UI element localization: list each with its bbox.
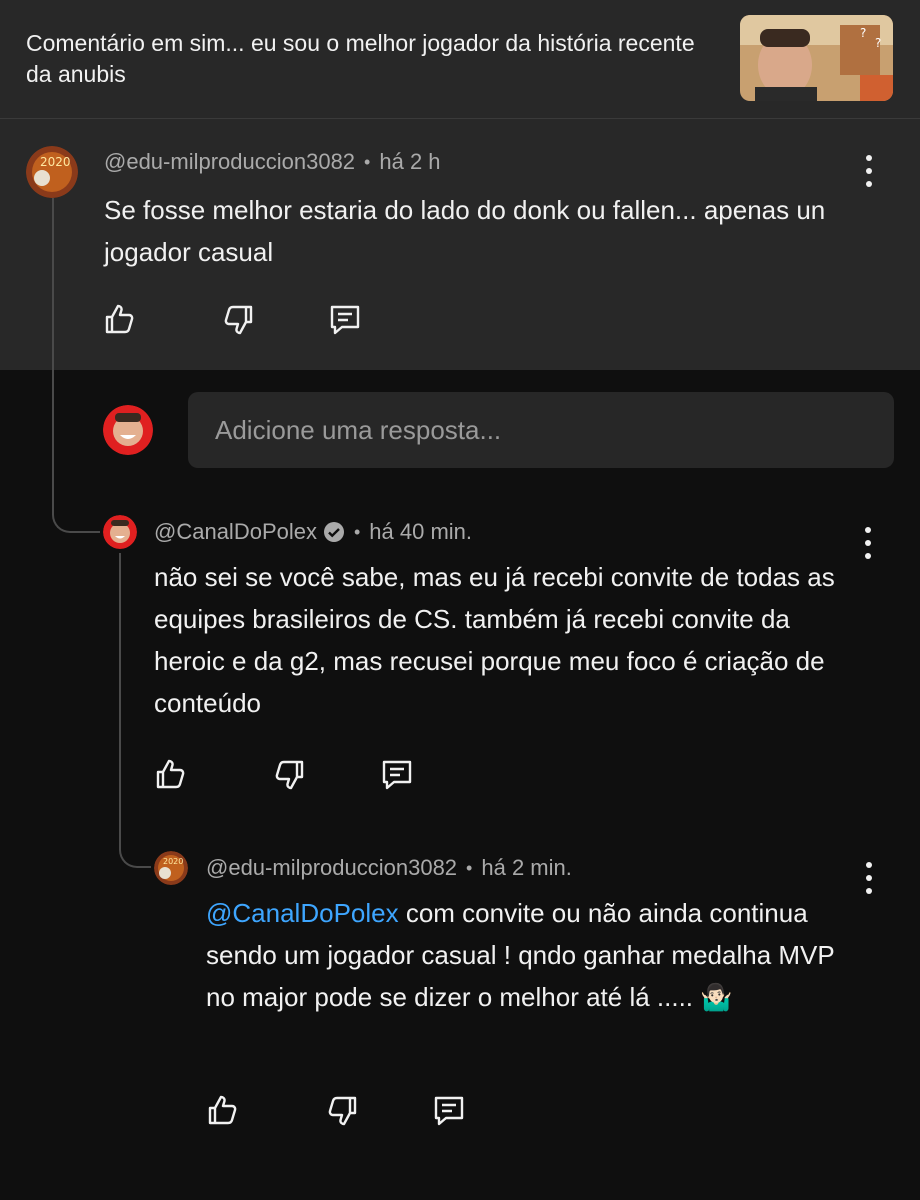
comment-author[interactable]: @edu-milproduccion3082 [206,855,457,881]
dislike-icon[interactable] [221,303,255,337]
comment-text: @CanalDoPolex com convite ou não ainda c… [206,892,866,1018]
like-icon[interactable] [154,757,188,791]
svg-text:?: ? [860,26,866,40]
thread-line [119,553,151,868]
comment-meta: @CanalDoPolex • há 40 min. [154,519,472,545]
reply-icon[interactable] [328,302,362,336]
more-options-icon[interactable] [862,155,876,187]
video-header[interactable]: Comentário em sim... eu sou o melhor jog… [0,0,920,118]
more-options-icon[interactable] [861,527,875,559]
avatar[interactable]: 2020 [154,851,188,885]
comment-text: não sei se você sabe, mas eu já recebi c… [154,562,835,718]
comment-time: há 2 min. [481,855,572,880]
dislike-icon[interactable] [325,1094,359,1128]
like-icon[interactable] [206,1093,240,1127]
thread-line [52,198,100,533]
comment-author[interactable]: @edu-milproduccion3082 [104,149,355,175]
avatar-badge: 2020 [163,857,183,866]
video-thumbnail[interactable]: ? ? [740,15,893,101]
meta-separator: • [466,857,473,878]
more-options-icon[interactable] [862,862,876,894]
avatar-badge: 2020 [40,155,71,169]
video-title: Comentário em sim... eu sou o melhor jog… [26,30,695,87]
like-icon[interactable] [103,302,137,336]
meta-separator: • [353,521,361,542]
reply-icon[interactable] [380,757,414,791]
comment-author[interactable]: @CanalDoPolex [154,519,317,545]
user-avatar [103,405,153,455]
dislike-icon[interactable] [272,758,306,792]
comment-text: Se fosse melhor estaria do lado do donk … [104,195,826,267]
verified-icon [323,522,344,542]
avatar[interactable] [103,515,137,549]
comment-meta: @edu-milproduccion3082 • há 2 min. [206,855,572,881]
meta-separator: • [364,151,371,172]
avatar[interactable]: 2020 [26,146,78,198]
comment-time: há 40 min. [369,519,473,544]
reply-icon[interactable] [432,1093,466,1127]
mention-link[interactable]: @CanalDoPolex [206,898,399,928]
reply-input[interactable] [188,392,894,468]
comment-time: há 2 h [379,149,441,174]
comment-meta: @edu-milproduccion3082 • há 2 h [104,149,441,175]
svg-text:?: ? [875,36,881,50]
